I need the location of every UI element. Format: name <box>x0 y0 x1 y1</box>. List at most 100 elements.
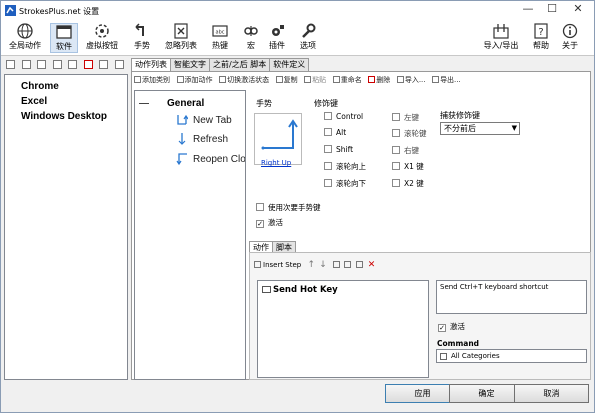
add-category-button[interactable]: 添加类别 <box>134 75 170 86</box>
export-icon <box>432 76 440 83</box>
toolbar-about[interactable]: 关于 <box>558 23 582 53</box>
step-item-send-hot-key[interactable]: Send Hot Key <box>262 285 338 295</box>
delete-app-icon[interactable] <box>83 60 93 69</box>
insert-step-icon <box>254 261 261 268</box>
toolbar-plugins[interactable]: 插件 <box>266 23 288 53</box>
copy-step-icon[interactable] <box>333 261 341 268</box>
toolbar-hotkeys[interactable]: abc 热键 <box>207 23 233 53</box>
delete-button[interactable]: 删除 <box>368 75 390 86</box>
macro-icon <box>244 26 258 36</box>
gesture-preview[interactable] <box>254 113 302 165</box>
add-app-group-icon[interactable] <box>21 60 31 69</box>
rename-app-icon[interactable] <box>68 60 78 69</box>
app-item-excel[interactable]: Excel <box>21 94 127 109</box>
wrench-icon <box>302 23 316 38</box>
toolbar-software[interactable]: 软件 <box>50 23 78 53</box>
modifier-wheel-up-label: 滚轮向上 <box>336 162 366 171</box>
delete-label: 删除 <box>376 76 391 84</box>
toolbar-label: 插件 <box>269 41 285 50</box>
modifier-alt-checkbox[interactable]: Alt <box>324 128 346 137</box>
secondary-gesture-checkbox[interactable]: 使用次要手势键 <box>256 202 321 213</box>
tab-smart-text[interactable]: 智能文字 <box>170 58 210 71</box>
help-icon: ? <box>534 23 548 39</box>
tree-group-general[interactable]: General <box>167 98 204 109</box>
modifier-control-label: Control <box>336 112 364 121</box>
delete-step-icon[interactable]: ✕ <box>368 260 376 270</box>
duplicate-step-icon[interactable] <box>355 261 363 268</box>
paste-button[interactable]: 粘贴 <box>304 75 326 86</box>
add-category-icon <box>134 76 141 83</box>
tree-node-refresh[interactable]: Refresh <box>193 134 228 145</box>
dialog-buttons: 应用 确定 取消 <box>1 381 594 412</box>
paste-step-icon[interactable] <box>344 261 352 268</box>
move-up-icon[interactable]: ↑ <box>307 260 315 270</box>
main-toolbar: 全局动作 软件 虚拟按钮 手势 忽略列表 abc 热键 宏 插件 选项 导入/导… <box>1 21 594 55</box>
gesture-left-down-icon <box>176 153 187 166</box>
app-item-chrome[interactable]: Chrome <box>21 79 127 94</box>
modifier-x2-checkbox[interactable]: X2 键 <box>392 178 424 189</box>
app-item-windows-desktop[interactable]: Windows Desktop <box>21 109 127 124</box>
import-button[interactable]: 导入... <box>396 75 426 86</box>
gesture-label: 手势 <box>256 99 272 108</box>
import-app-icon[interactable] <box>99 60 109 69</box>
toolbar-options[interactable]: 选项 <box>295 23 321 53</box>
modifier-left-button-label: 左键 <box>404 113 419 122</box>
toolbar-gestures[interactable]: 手势 <box>129 23 155 53</box>
move-down-icon[interactable]: ↓ <box>319 260 327 270</box>
tree-node-new-tab[interactable]: New Tab <box>193 115 232 126</box>
toolbar-label: 全局动作 <box>9 41 41 50</box>
export-app-icon[interactable] <box>114 60 124 69</box>
tab-action-list[interactable]: 动作列表 <box>131 58 171 71</box>
insert-step-button[interactable]: Insert Step <box>254 261 301 269</box>
maximize-button[interactable]: ☐ <box>540 1 564 17</box>
toolbar-label: 选项 <box>300 41 316 50</box>
modifier-right-button-checkbox[interactable]: 右键 <box>392 145 419 156</box>
add-action-button[interactable]: 添加动作 <box>176 75 213 86</box>
tab-before-after-script[interactable]: 之前/之后 脚本 <box>209 58 271 71</box>
modifier-left-button-checkbox[interactable]: 左键 <box>392 112 419 123</box>
close-button[interactable]: ✕ <box>564 1 592 17</box>
app-logo-icon <box>5 5 16 16</box>
modifier-shift-label: Shift <box>336 145 354 154</box>
copy-app-icon[interactable] <box>37 60 47 69</box>
cancel-button[interactable]: 取消 <box>514 384 589 403</box>
paste-app-icon[interactable] <box>52 60 62 69</box>
command-category-select[interactable]: All Categories <box>436 349 587 363</box>
app-list-toolbar <box>4 58 128 72</box>
add-app-icon[interactable] <box>6 60 15 69</box>
export-button[interactable]: 导出... <box>432 75 461 86</box>
copy-icon <box>275 76 283 83</box>
copy-button[interactable]: 复制 <box>275 75 298 86</box>
toolbar-help[interactable]: ? 帮助 <box>529 23 553 53</box>
toolbar-label: 手势 <box>134 41 150 50</box>
gesture-name-link[interactable]: Right Up <box>261 159 291 167</box>
modifier-wheel-up-checkbox[interactable]: 滚轮向上 <box>324 161 366 172</box>
tree-node-reopen-closed-tab[interactable]: Reopen Closed Tab <box>193 154 245 165</box>
toolbar-import-export[interactable]: 导入/导出 <box>480 23 522 53</box>
toolbar-virtual-buttons[interactable]: 虚拟按钮 <box>82 23 122 53</box>
toggle-active-button[interactable]: 切换激活状态 <box>219 75 269 86</box>
modifier-middle-button-label: 滚轮键 <box>404 129 427 138</box>
tab-app-definition[interactable]: 软件定义 <box>269 58 310 71</box>
ok-button[interactable]: 确定 <box>449 384 524 403</box>
toolbar-global-actions[interactable]: 全局动作 <box>5 23 45 53</box>
svg-text:?: ? <box>538 27 543 38</box>
toggle-active-label: 切换激活状态 <box>227 76 270 84</box>
modifier-middle-button-checkbox[interactable]: 滚轮键 <box>392 128 427 139</box>
action-active-checkbox[interactable]: ✓ 激活 <box>256 217 283 228</box>
export-label: 导出... <box>440 76 461 84</box>
step-description-field[interactable]: Send Ctrl+T keyboard shortcut <box>436 280 587 314</box>
add-action-label: 添加动作 <box>184 76 213 84</box>
copy-label: 复制 <box>283 76 298 84</box>
modifier-control-checkbox[interactable]: Control <box>324 112 363 121</box>
rename-button[interactable]: 重命名 <box>332 75 362 86</box>
modifier-x1-checkbox[interactable]: X1 键 <box>392 161 424 172</box>
modifier-shift-checkbox[interactable]: Shift <box>324 145 353 154</box>
capture-modifiers-select[interactable]: 不分前后 ▼ <box>440 122 520 135</box>
toolbar-macros[interactable]: 宏 <box>240 23 262 53</box>
modifier-wheel-down-checkbox[interactable]: 滚轮向下 <box>324 178 366 189</box>
toolbar-ignore-list[interactable]: 忽略列表 <box>161 23 201 53</box>
right-up-gesture-icon <box>261 119 298 150</box>
minimize-button[interactable]: — <box>516 1 540 17</box>
step-active-checkbox[interactable]: ✓ 激活 <box>438 321 465 332</box>
